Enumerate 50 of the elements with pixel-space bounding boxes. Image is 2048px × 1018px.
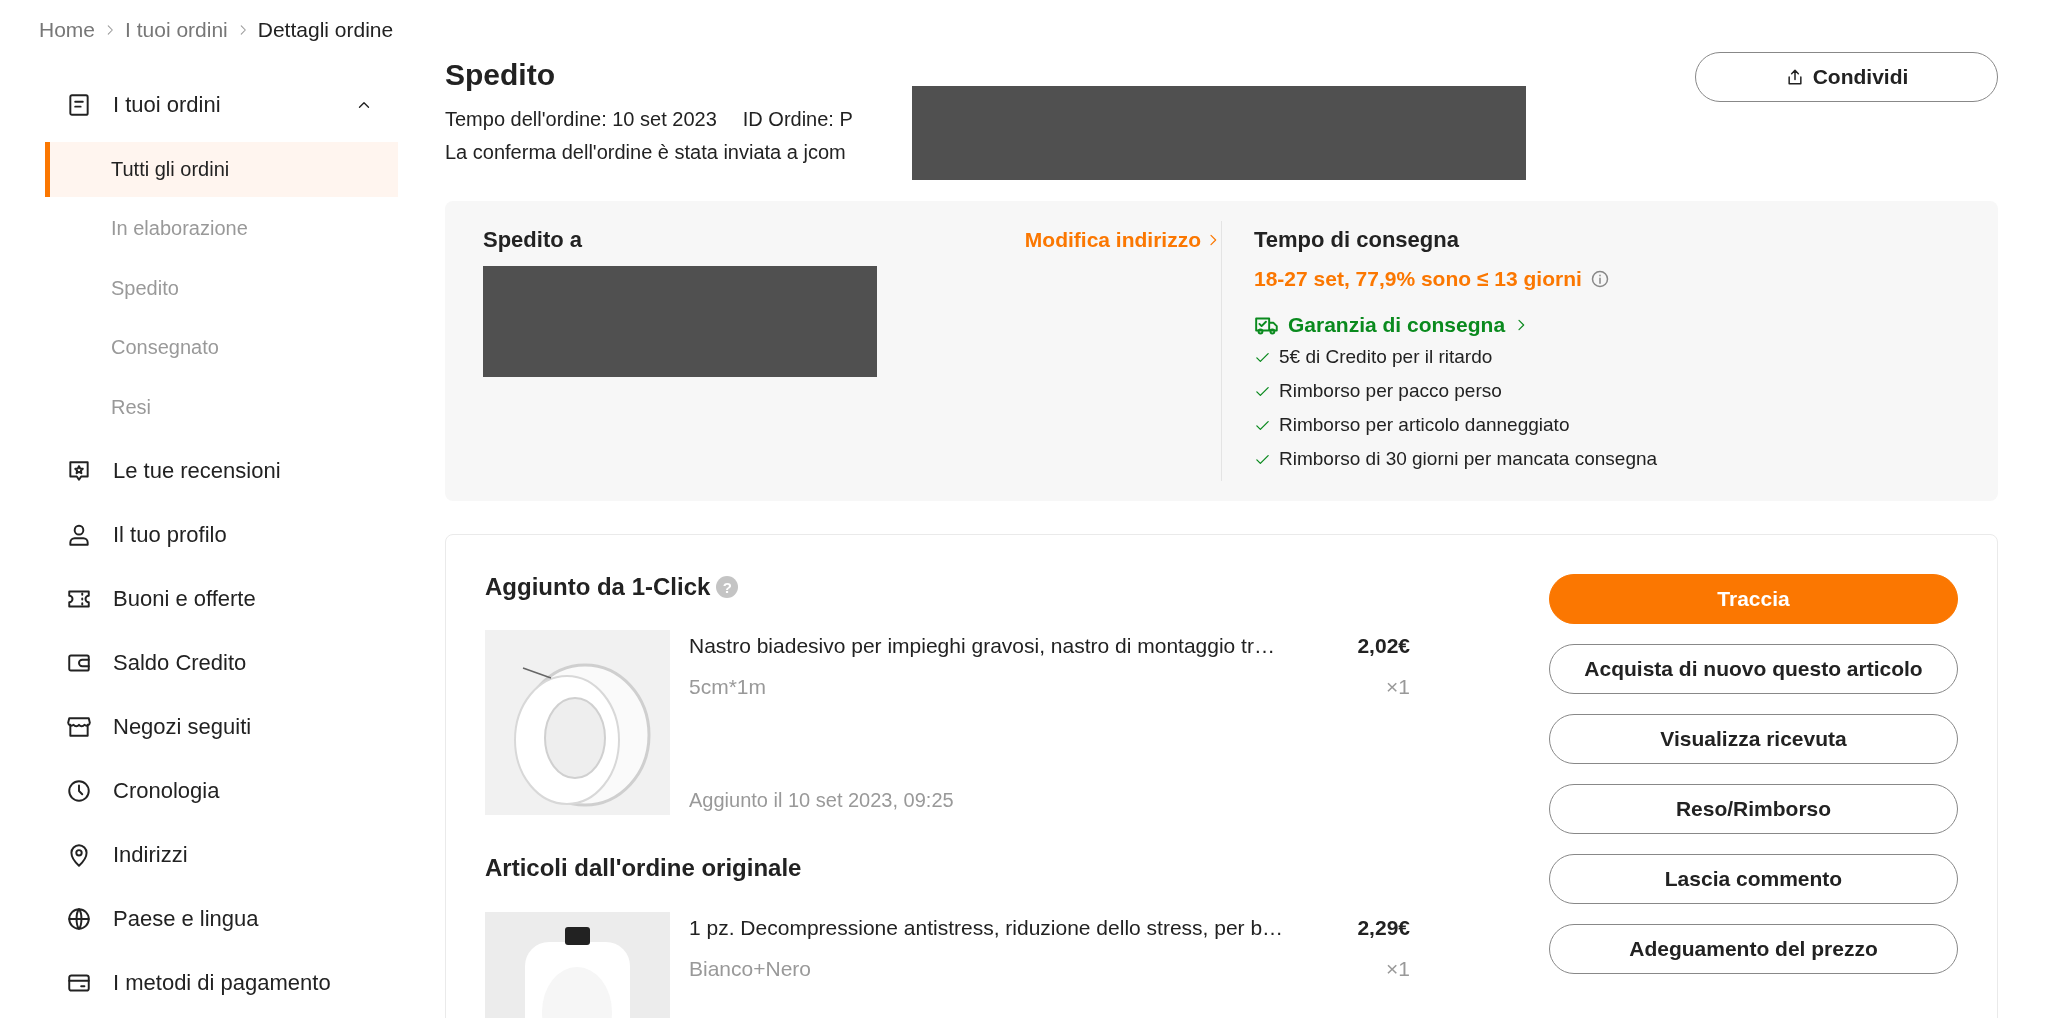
sidebar-item[interactable]: Le tue recensioni bbox=[45, 439, 398, 503]
delivery-estimate: 18-27 set, 77,9% sono ≤ 13 giorni bbox=[1254, 267, 1582, 291]
section-title: Tempo di consegna bbox=[1254, 226, 1460, 254]
benefit-text: 5€ di Credito per il ritardo bbox=[1279, 346, 1493, 368]
clock-icon bbox=[66, 778, 92, 804]
sidebar-subitem[interactable]: Tutti gli ordini bbox=[45, 141, 398, 197]
confirmation-text: La conferma dell'ordine è stata inviata a jcom bbox=[445, 140, 847, 165]
section-title: Articoli dall'ordine originale bbox=[485, 854, 802, 882]
order-status-title: Spedito bbox=[445, 58, 555, 92]
product-price: 2,29€ bbox=[1357, 916, 1410, 940]
sidebar-item[interactable]: I metodi di pagamento bbox=[45, 951, 398, 1015]
breadcrumb-link[interactable]: Home bbox=[39, 16, 96, 44]
action-button[interactable]: Adeguamento del prezzo bbox=[1549, 924, 1958, 974]
section-title: Spedito a bbox=[483, 227, 582, 253]
product-variant: Bianco+Nero bbox=[689, 957, 811, 981]
action-button[interactable]: Lascia commento bbox=[1549, 854, 1958, 904]
sidebar-item[interactable]: Saldo Credito bbox=[45, 631, 398, 695]
profile-icon bbox=[66, 522, 92, 548]
review-icon bbox=[66, 458, 92, 484]
list-icon bbox=[66, 92, 92, 118]
product-variant: 5cm*1m bbox=[689, 675, 767, 699]
sidebar-item[interactable]: Negozi seguiti bbox=[45, 695, 398, 759]
section-title: Aggiunto da 1-Click bbox=[485, 573, 711, 601]
product-price: 2,02€ bbox=[1357, 634, 1410, 658]
breadcrumb-link[interactable]: Dettagli ordine bbox=[257, 16, 394, 44]
breadcrumb-link[interactable]: I tuoi ordini bbox=[125, 16, 228, 44]
action-button[interactable]: Reso/Rimborso bbox=[1549, 784, 1958, 834]
product-name[interactable]: Nastro biadesivo per impieghi gravosi, nastro di montaggio tr… bbox=[689, 634, 1275, 658]
sidebar-item[interactable]: I tuoi ordini bbox=[45, 73, 398, 137]
sidebar-item[interactable]: Cronologia bbox=[45, 759, 398, 823]
benefit-text: Rimborso per articolo danneggiato bbox=[1279, 414, 1570, 436]
sidebar-item[interactable]: Paese e lingua bbox=[45, 887, 398, 951]
product-quantity: ×1 bbox=[1386, 957, 1410, 981]
sidebar-item[interactable]: Indirizzi bbox=[45, 823, 398, 887]
order-id: ID Ordine: P bbox=[742, 108, 853, 130]
sidebar-item[interactable]: Il tuo profilo bbox=[45, 503, 398, 567]
action-button[interactable]: Visualizza ricevuta bbox=[1549, 714, 1958, 764]
order-time: Tempo dell'ordine: 10 set 2023 bbox=[445, 108, 717, 130]
added-date: Aggiunto il 10 set 2023, 09:25 bbox=[689, 789, 955, 813]
product-quantity: ×1 bbox=[1386, 675, 1410, 699]
benefit-text: Rimborso per pacco perso bbox=[1279, 380, 1502, 402]
globe-icon bbox=[66, 906, 92, 932]
benefit-text: Rimborso di 30 giorni per mancata consegna bbox=[1279, 448, 1658, 470]
store-icon bbox=[66, 714, 92, 740]
product-name[interactable]: 1 pz. Decompressione antistress, riduzione dello stress, per b… bbox=[689, 916, 1284, 940]
sidebar-item[interactable]: Buoni e offerte bbox=[45, 567, 398, 631]
info-icon bbox=[1589, 269, 1610, 289]
share-button[interactable]: Condividi bbox=[1695, 51, 1998, 102]
delivery-guarantee-link[interactable]: Garanzia di consegna bbox=[1254, 310, 1998, 340]
action-button[interactable]: Acquista di nuovo questo articolo bbox=[1549, 644, 1958, 694]
